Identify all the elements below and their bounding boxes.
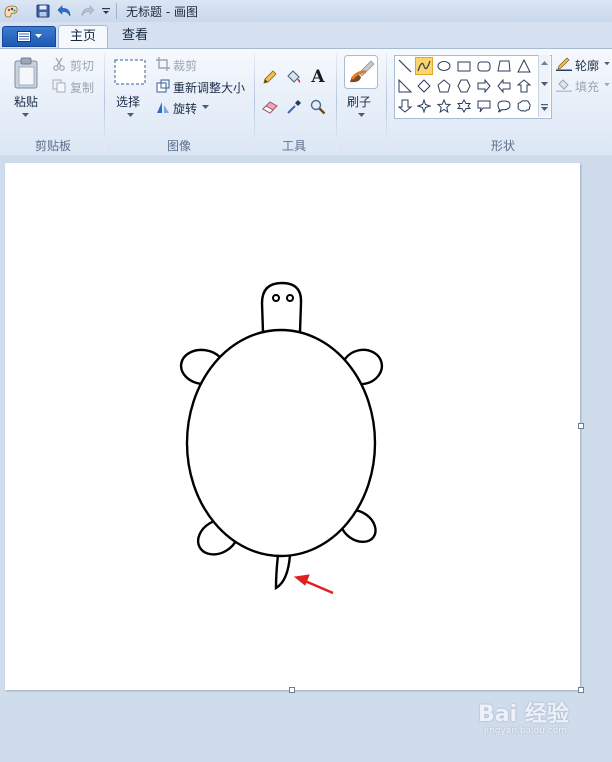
crop-icon [156,57,170,74]
resize-icon [156,79,170,96]
fill-icon [556,78,572,95]
copy-icon [52,79,66,96]
magnifier-icon[interactable] [308,97,328,117]
cloud-callout-shape-icon[interactable] [515,97,533,115]
brushes-icon[interactable] [344,55,378,92]
shapes-gallery-scroll[interactable] [538,55,550,117]
resize-button[interactable]: 重新调整大小 [173,79,245,96]
hexagon-shape-icon[interactable] [455,77,473,95]
more-icon [541,104,548,111]
undo-icon[interactable] [56,2,74,20]
text-tool-icon[interactable]: A [308,67,328,87]
oval-callout-shape-icon[interactable] [495,97,513,115]
right-triangle-shape-icon[interactable] [396,77,414,95]
annotation-arrow [293,574,334,595]
outline-button[interactable]: 轮廓 [575,57,599,74]
save-icon[interactable] [34,2,52,20]
four-point-star-shape-icon[interactable] [415,97,433,115]
watermark-url: jingyan.baidu.com [484,726,568,736]
color-picker-icon[interactable] [284,97,304,117]
turtle-drawing [179,281,384,595]
chevron-down-icon[interactable] [22,113,29,118]
rounded-rectangle-shape-icon[interactable] [475,57,493,75]
fill-button[interactable]: 填充 [575,78,599,95]
group-label-image: 图像 [166,139,191,153]
ribbon-panel: 粘贴 剪切 复制 剪贴板 选择 裁剪 重新调整大小 旋转 图像 A 工具 刷子 … [0,48,612,156]
canvas-resize-handle-corner[interactable] [578,687,584,693]
pentagon-shape-icon[interactable] [435,77,453,95]
rectangle-shape-icon[interactable] [455,57,473,75]
title-bar: 无标题 - 画图 [0,0,612,23]
paste-icon[interactable] [12,57,40,92]
group-separator [336,53,337,149]
tab-view[interactable]: 查看 [112,25,158,48]
tab-home[interactable]: 主页 [58,25,108,49]
pencil-icon[interactable] [260,67,280,87]
drawing-workspace: Bai 经验 jingyan.baidu.com [0,155,612,762]
ribbon-tab-row: 主页 查看 [0,22,612,49]
drawing-canvas[interactable] [5,163,580,690]
turtle-head [260,281,303,334]
group-separator [104,53,105,149]
paint-menu-button[interactable] [2,26,56,47]
redo-icon[interactable] [78,2,96,20]
watermark-logo: Bai 经验 jingyan.baidu.com [478,696,569,736]
copy-button[interactable]: 复制 [70,79,94,96]
group-label-clipboard: 剪贴板 [34,139,71,153]
chevron-down-icon[interactable] [604,62,610,66]
down-arrow-shape-icon[interactable] [396,97,414,115]
chevron-up-icon [541,61,548,65]
group-label-shapes: 形状 [490,139,515,153]
watermark-text: Bai 经验 [478,702,569,727]
group-separator [254,53,255,149]
shapes-gallery [394,55,552,119]
group-separator [386,53,387,149]
five-point-star-shape-icon[interactable] [435,97,453,115]
rotate-icon [156,100,170,117]
paste-button[interactable]: 粘贴 [14,93,38,110]
group-label-tools: 工具 [281,139,306,153]
brushes-button[interactable]: 刷子 [347,93,371,110]
chevron-down-icon[interactable] [202,105,209,110]
polygon-shape-icon[interactable] [495,57,513,75]
fill-bucket-icon[interactable] [284,67,304,87]
six-point-star-shape-icon[interactable] [455,97,473,115]
canvas-resize-handle-bottom[interactable] [289,687,295,693]
qat-separator [116,3,117,19]
diamond-shape-icon[interactable] [415,77,433,95]
window-title: 无标题 - 画图 [126,5,198,19]
chevron-down-icon [541,82,548,86]
chevron-down-icon[interactable] [604,83,610,87]
paint-app-icon[interactable] [2,2,20,20]
chevron-down-icon[interactable] [127,113,134,118]
up-arrow-shape-icon[interactable] [515,77,533,95]
select-button[interactable]: 选择 [116,93,140,110]
menu-icon [16,31,31,42]
left-arrow-shape-icon[interactable] [495,77,513,95]
outline-icon [556,57,572,74]
canvas-resize-handle-right[interactable] [578,423,584,429]
curve-shape-icon[interactable] [415,57,433,75]
crop-button[interactable]: 裁剪 [173,57,197,74]
select-rectangle-icon[interactable] [114,59,146,88]
scissors-icon [52,57,66,74]
customize-qat-icon[interactable] [97,2,115,20]
rect-callout-shape-icon[interactable] [475,97,493,115]
right-arrow-shape-icon[interactable] [475,77,493,95]
eraser-icon[interactable] [260,97,280,117]
turtle-tail [274,554,292,591]
triangle-shape-icon[interactable] [515,57,533,75]
chevron-down-icon [34,34,42,38]
turtle-shell [185,328,377,558]
rotate-button[interactable]: 旋转 [173,100,197,117]
chevron-down-icon[interactable] [358,113,365,118]
cut-button[interactable]: 剪切 [70,57,94,74]
line-shape-icon[interactable] [396,57,414,75]
oval-shape-icon[interactable] [435,57,453,75]
